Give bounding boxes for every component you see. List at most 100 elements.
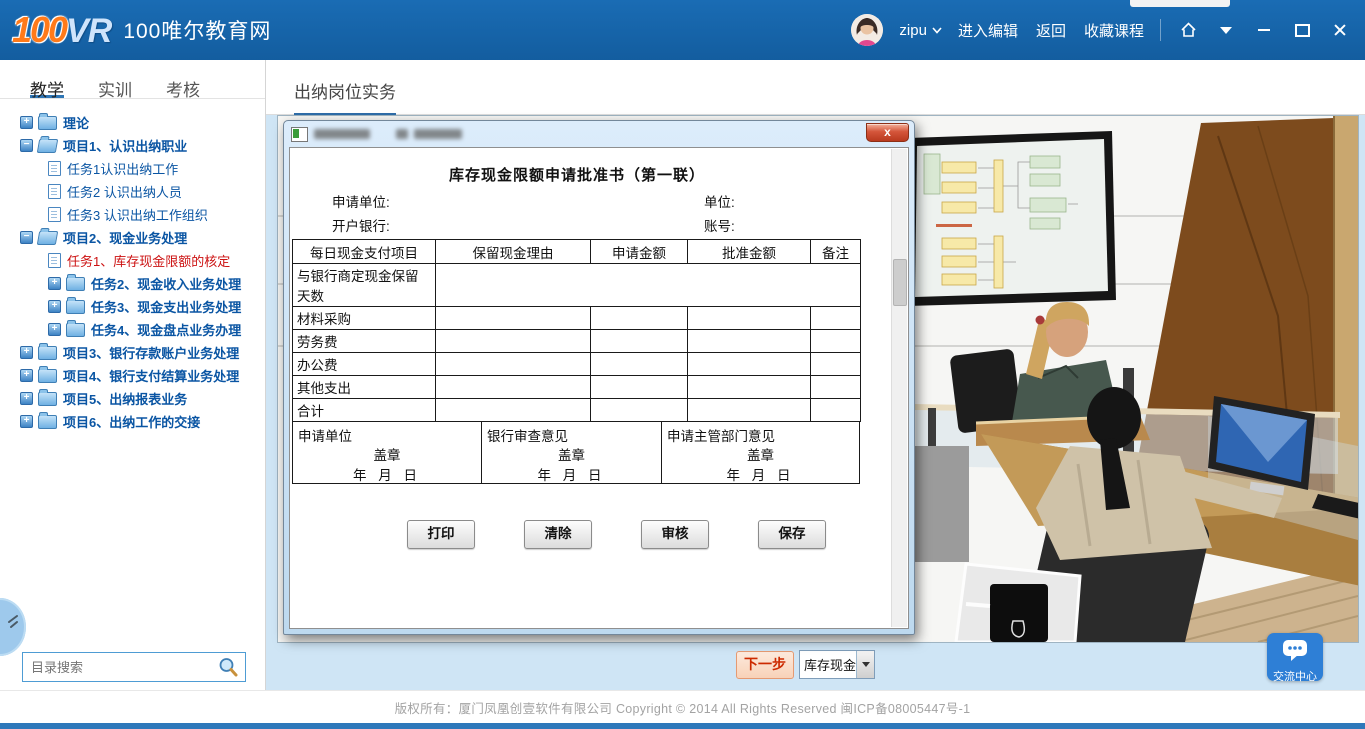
sidebar-tab-1[interactable]: 教学 [30, 76, 64, 98]
folder-icon [66, 323, 85, 337]
dialog-content-panel: 库存现金限额申请批准书（第一联） 申请单位: 单位: 开户银行: 账号: 每日现… [289, 147, 909, 629]
dialog-scrollbar[interactable] [891, 149, 907, 627]
dropdown-menu-button[interactable] [1215, 19, 1237, 41]
table-cell-empty[interactable] [688, 307, 811, 330]
apply-unit-label: 申请单位: [332, 191, 390, 211]
page-footer: 版权所有：厦门凤凰创壹软件有限公司 Copyright © 2014 All R… [0, 690, 1365, 724]
tree-item-12[interactable]: + 项目4、银行支付结算业务处理 [0, 364, 265, 387]
expand-toggle-icon[interactable]: + [20, 415, 33, 428]
document-icon [48, 253, 61, 268]
bottom-edge-bar [0, 723, 1365, 729]
expand-toggle-icon[interactable]: + [20, 369, 33, 382]
expand-toggle-icon[interactable]: + [48, 323, 61, 336]
table-cell-empty[interactable] [591, 376, 688, 399]
folder-icon [37, 231, 58, 245]
logo-100-text: 100 [12, 9, 66, 51]
save-button[interactable]: 保存 [758, 520, 826, 549]
site-logo[interactable]: 100 VR [12, 9, 111, 51]
form-button-row: 打印 清除 审核 保存 [407, 520, 862, 549]
expand-toggle-icon[interactable]: + [20, 392, 33, 405]
table-cell-empty[interactable] [811, 307, 861, 330]
audit-button[interactable]: 审核 [641, 520, 709, 549]
user-avatar[interactable] [851, 14, 883, 46]
header-menu-item-1[interactable]: 进入编辑 [958, 20, 1018, 41]
table-cell-empty[interactable] [591, 330, 688, 353]
section-select-value: 库存现金[ [800, 655, 856, 674]
tab-course[interactable]: 出纳岗位实务 [294, 78, 396, 116]
tree-item-8[interactable]: +任务2、现金收入业务处理 [0, 272, 265, 295]
table-cell-empty[interactable] [688, 399, 811, 422]
tree-item-2[interactable]: −项目1、认识出纳职业 [0, 134, 265, 157]
tree-item-label: 项目3、银行存款账户业务处理 [63, 343, 239, 362]
chevron-down-icon [932, 27, 942, 34]
date-label: 年 月 日 [293, 464, 481, 484]
print-button[interactable]: 打印 [407, 520, 475, 549]
home-button[interactable] [1177, 19, 1199, 41]
site-title: 100唯尔教育网 [123, 15, 271, 45]
table-cell-empty[interactable] [436, 376, 591, 399]
table-cell-empty[interactable] [688, 376, 811, 399]
maximize-button[interactable] [1291, 19, 1313, 41]
expand-toggle-icon[interactable]: + [20, 346, 33, 359]
close-window-button[interactable] [1329, 19, 1351, 41]
chat-center-button[interactable]: 交流中心 [1267, 633, 1323, 681]
table-cell-empty[interactable] [688, 353, 811, 376]
collapse-toggle-icon[interactable]: − [20, 231, 33, 244]
header-menu-item-3[interactable]: 收藏课程 [1084, 20, 1144, 41]
tree-item-label: 理论 [63, 113, 89, 132]
clear-button[interactable]: 清除 [524, 520, 592, 549]
dialog-titlebar[interactable]: x [284, 121, 914, 147]
scrollbar-thumb[interactable] [893, 259, 907, 306]
table-cell-empty[interactable] [811, 330, 861, 353]
expand-toggle-icon[interactable]: + [48, 300, 61, 313]
table-cell-empty[interactable] [436, 264, 861, 307]
tree-item-5[interactable]: 任务3 认识出纳工作组织 [0, 203, 265, 226]
next-step-button[interactable]: 下一步 [736, 651, 794, 679]
table-header-1: 每日现金支付项目 [293, 240, 436, 264]
header-menu-item-2[interactable]: 返回 [1036, 20, 1066, 41]
tree-item-10[interactable]: +任务4、现金盘点业务办理 [0, 318, 265, 341]
tree-item-9[interactable]: +任务3、现金支出业务处理 [0, 295, 265, 318]
table-cell-empty[interactable] [811, 376, 861, 399]
table-cell-empty[interactable] [436, 399, 591, 422]
section-select[interactable]: 库存现金[ [799, 650, 875, 679]
table-cell-empty[interactable] [591, 353, 688, 376]
table-cell-empty[interactable] [436, 330, 591, 353]
document-icon [48, 184, 61, 199]
tree-item-3[interactable]: 任务1认识出纳工作 [0, 157, 265, 180]
table-row-6: 合计 [293, 399, 861, 422]
search-icon[interactable] [217, 656, 239, 678]
search-input[interactable] [23, 660, 217, 675]
tree-item-label: 项目4、银行支付结算业务处理 [63, 366, 239, 385]
close-icon [1333, 23, 1347, 37]
chat-center-label: 交流中心 [1267, 668, 1323, 684]
table-cell-empty[interactable] [436, 307, 591, 330]
minimize-button[interactable] [1253, 19, 1275, 41]
tree-item-13[interactable]: + 项目5、出纳报表业务 [0, 387, 265, 410]
sidebar-tab-2[interactable]: 实训 [98, 76, 132, 98]
tree-item-14[interactable]: +项目6、出纳工作的交接 [0, 410, 265, 433]
tree-item-11[interactable]: + 项目3、银行存款账户业务处理 [0, 341, 265, 364]
table-cell-empty[interactable] [591, 399, 688, 422]
dialog-close-button[interactable]: x [866, 123, 909, 142]
table-cell-empty[interactable] [436, 353, 591, 376]
expand-toggle-icon[interactable]: + [20, 116, 33, 129]
sidebar-tab-3[interactable]: 考核 [166, 76, 200, 98]
table-cell-empty[interactable] [688, 330, 811, 353]
table-cell-empty[interactable] [591, 307, 688, 330]
table-cell-empty[interactable] [811, 353, 861, 376]
tree-item-4[interactable]: 任务2 认识出纳人员 [0, 180, 265, 203]
expand-toggle-icon[interactable]: + [48, 277, 61, 290]
tree-item-label: 项目5、出纳报表业务 [63, 389, 187, 408]
select-arrow-icon[interactable] [856, 651, 874, 678]
table-header-3: 申请金额 [591, 240, 688, 264]
folder-icon [66, 300, 85, 314]
user-menu[interactable]: zipu [899, 22, 942, 39]
sidebar-collapse-handle[interactable] [0, 598, 26, 656]
collapse-toggle-icon[interactable]: − [20, 139, 33, 152]
tree-item-7[interactable]: 任务1、库存现金限额的核定 [0, 249, 265, 272]
tree-item-label: 任务2 认识出纳人员 [67, 182, 182, 201]
tree-item-6[interactable]: −项目2、现金业务处理 [0, 226, 265, 249]
tree-item-1[interactable]: + 理论 [0, 111, 265, 134]
table-cell-empty[interactable] [811, 399, 861, 422]
